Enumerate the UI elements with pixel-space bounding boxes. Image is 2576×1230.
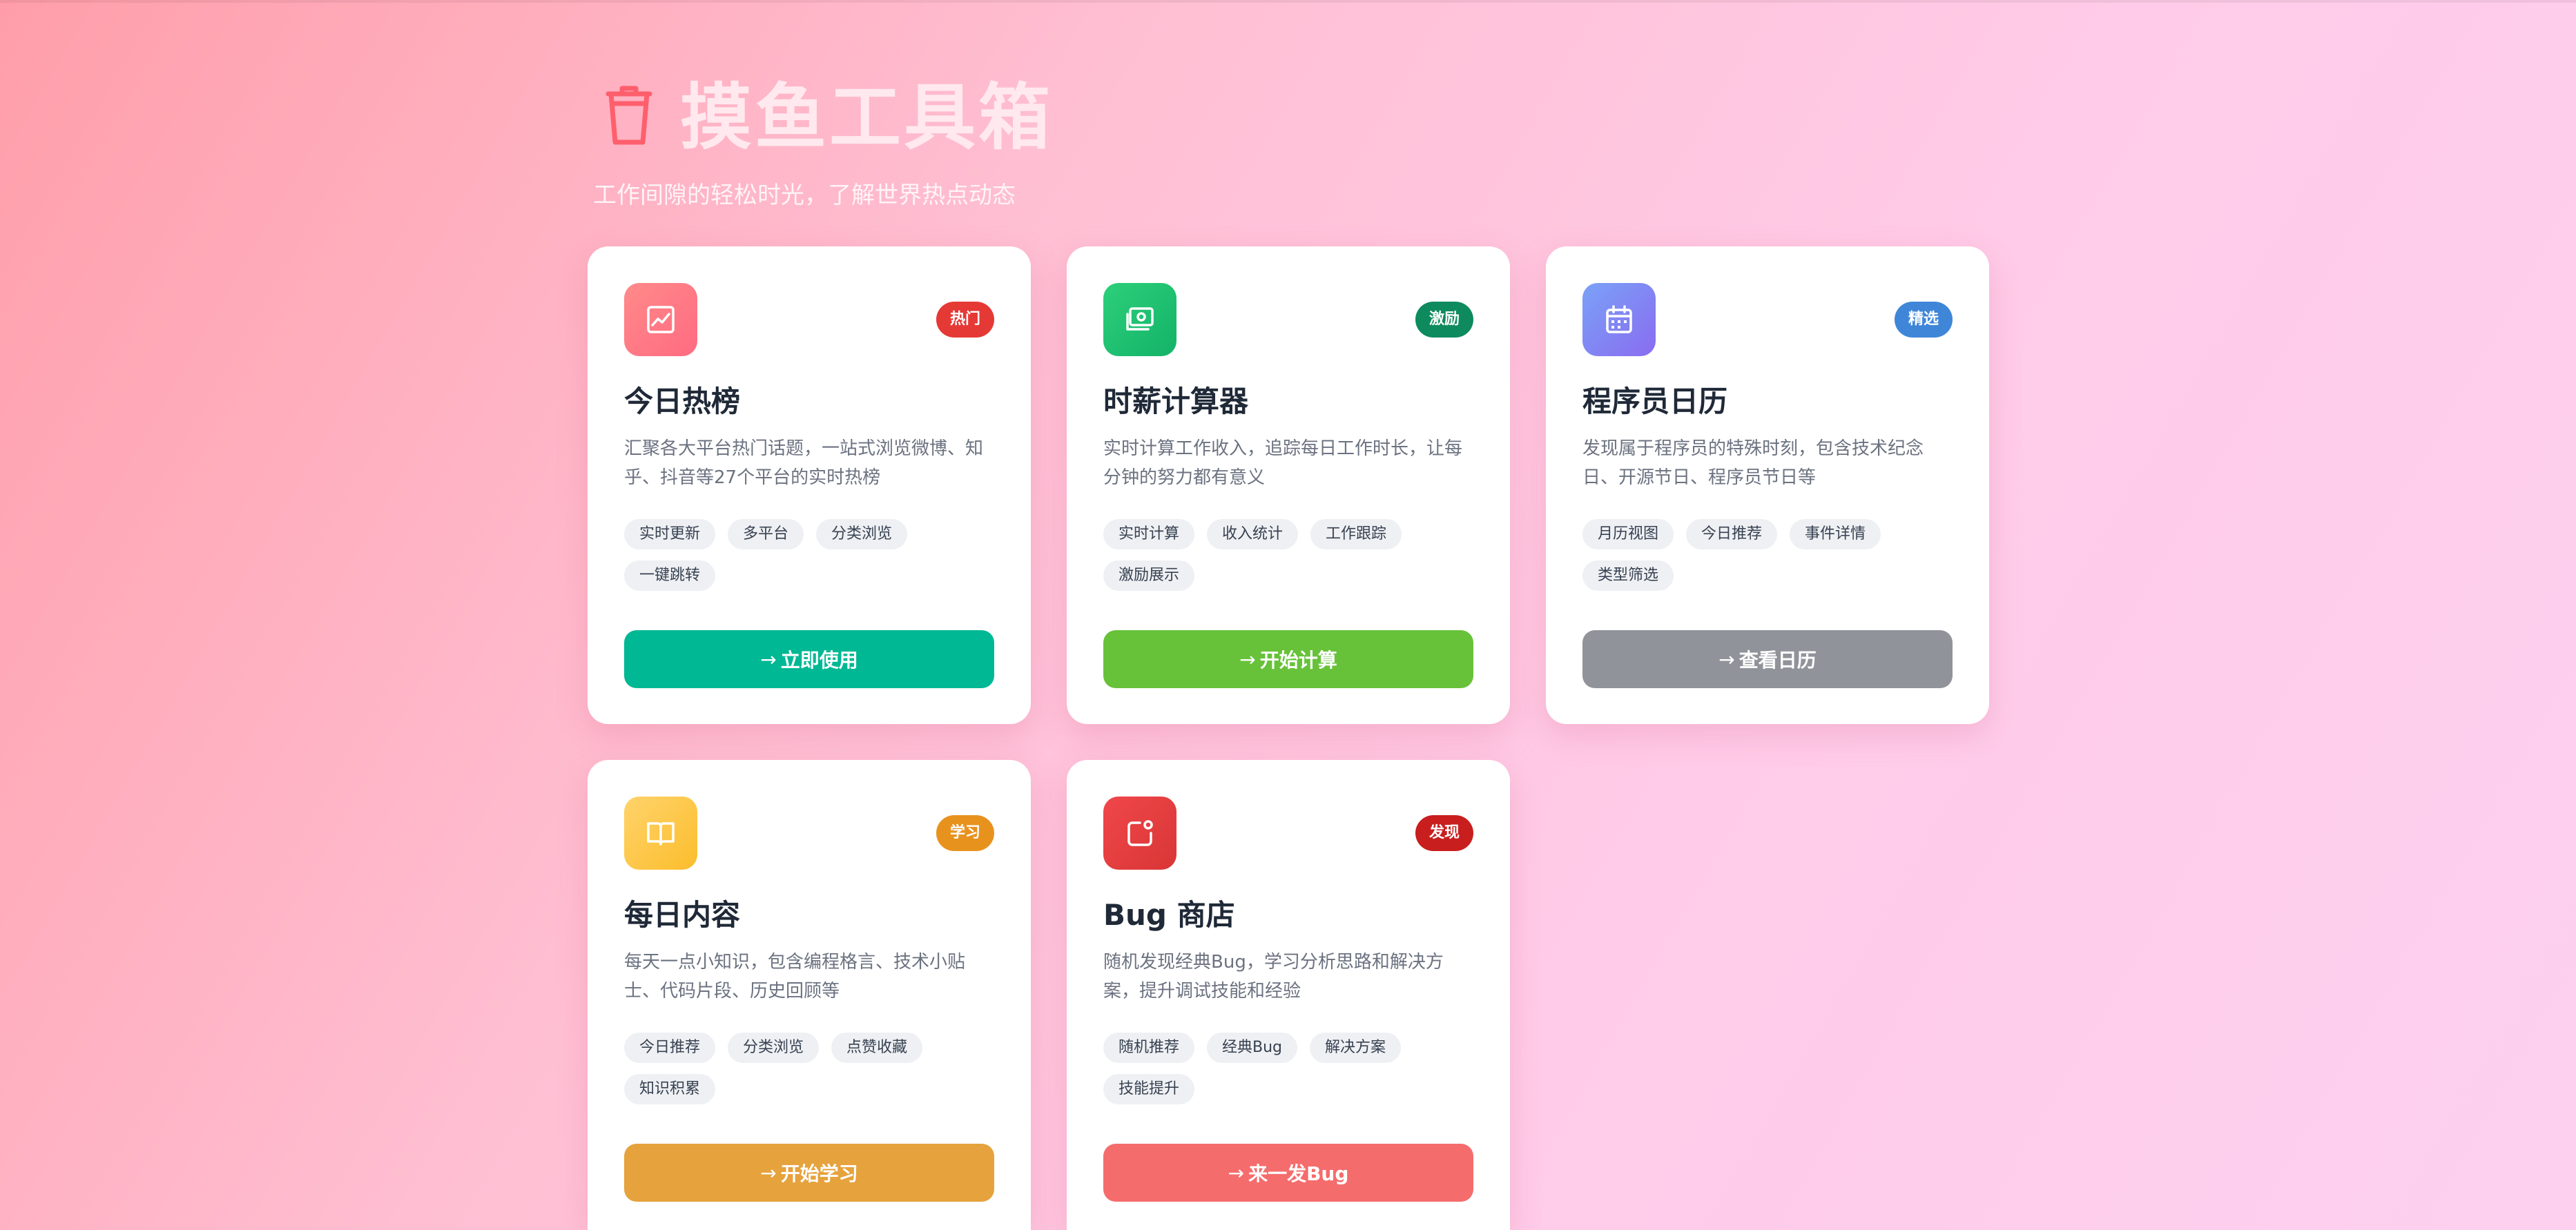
tag: 解决方案 (1310, 1033, 1402, 1063)
cup-icon (606, 86, 652, 145)
arrow-right-icon: → (1239, 647, 1256, 671)
tag: 一键跳转 (624, 560, 716, 591)
trending-chart-icon (624, 283, 697, 356)
card-tags: 月历视图 今日推荐 事件详情 类型筛选 (1582, 519, 1969, 591)
tag: 技能提升 (1103, 1074, 1195, 1104)
arrow-right-icon: → (760, 1161, 777, 1184)
tool-card-salary-calculator: 激励 时薪计算器 实时计算工作收入，追踪每日工作时长，让每分钟的努力都有意义 实… (1067, 246, 1510, 724)
card-description: 发现属于程序员的特殊时刻，包含技术纪念日、开源节日、程序员节日等 (1582, 438, 1924, 488)
tag: 知识积累 (624, 1074, 716, 1104)
tag: 多平台 (728, 519, 804, 549)
button-label: 开始计算 (1259, 649, 1337, 672)
card-tags: 今日推荐 分类浏览 点赞收藏 知识积累 (624, 1033, 1011, 1104)
card-badge: 精选 (1894, 302, 1953, 338)
tag: 今日推荐 (1686, 519, 1778, 549)
button-label: 开始学习 (780, 1162, 858, 1185)
random-bug-button[interactable]: → 来一发Bug (1103, 1144, 1473, 1202)
card-title: Bug 商店 (1103, 898, 1235, 932)
card-description: 实时计算工作收入，追踪每日工作时长，让每分钟的努力都有意义 (1103, 438, 1463, 488)
arrow-right-icon: → (760, 647, 777, 671)
page-subtitle: 工作间隙的轻松时光，了解世界热点动态 (593, 182, 1016, 209)
tag: 分类浏览 (816, 519, 908, 549)
card-title: 时薪计算器 (1103, 384, 1249, 418)
arrow-right-icon: → (1228, 1161, 1245, 1184)
card-badge: 热门 (936, 302, 994, 338)
card-tags: 随机推荐 经典Bug 解决方案 技能提升 (1103, 1033, 1490, 1104)
tag: 类型筛选 (1582, 560, 1674, 591)
tag: 激励展示 (1103, 560, 1195, 591)
tag: 月历视图 (1582, 519, 1674, 549)
tool-card-daily-content: 学习 每日内容 每天一点小知识，包含编程格言、技术小贴士、代码片段、历史回顾等 … (588, 760, 1031, 1230)
page-title: 摸鱼工具箱 (680, 75, 1054, 159)
tag: 实时计算 (1103, 519, 1195, 549)
tag: 点赞收藏 (831, 1033, 923, 1063)
card-badge: 发现 (1415, 815, 1473, 851)
card-badge: 学习 (936, 815, 994, 851)
use-now-button[interactable]: → 立即使用 (624, 630, 994, 688)
card-description: 每天一点小知识，包含编程格言、技术小贴士、代码片段、历史回顾等 (624, 952, 966, 1002)
page-header: 摸鱼工具箱 工作间隙的轻松时光，了解世界热点动态 (588, 69, 1554, 228)
tool-card-hot-list: 热门 今日热榜 汇聚各大平台热门话题，一站式浏览微博、知乎、抖音等27个平台的实… (588, 246, 1031, 724)
card-title: 今日热榜 (624, 384, 741, 418)
button-label: 查看日历 (1739, 649, 1817, 672)
tag: 经典Bug (1207, 1033, 1298, 1063)
card-tags: 实时更新 多平台 分类浏览 一键跳转 (624, 519, 1011, 591)
button-label: 来一发Bug (1248, 1162, 1349, 1185)
notification-square-icon (1103, 797, 1176, 870)
book-icon (624, 797, 697, 870)
calendar-icon (1582, 283, 1656, 356)
tag: 今日推荐 (624, 1033, 716, 1063)
start-learning-button[interactable]: → 开始学习 (624, 1144, 994, 1202)
tag: 收入统计 (1207, 519, 1299, 549)
tag: 随机推荐 (1103, 1033, 1195, 1063)
card-badge: 激励 (1415, 302, 1473, 338)
top-divider (0, 0, 2576, 3)
card-tags: 实时计算 收入统计 工作跟踪 激励展示 (1103, 519, 1490, 591)
card-title: 程序员日历 (1582, 384, 1728, 418)
tool-card-programmer-calendar: 精选 程序员日历 发现属于程序员的特殊时刻，包含技术纪念日、开源节日、程序员节日… (1546, 246, 1989, 724)
tag: 分类浏览 (728, 1033, 820, 1063)
card-description: 汇聚各大平台热门话题，一站式浏览微博、知乎、抖音等27个平台的实时热榜 (624, 438, 984, 488)
tag: 实时更新 (624, 519, 716, 549)
start-calculate-button[interactable]: → 开始计算 (1103, 630, 1473, 688)
card-description: 随机发现经典Bug，学习分析思路和解决方案，提升调试技能和经验 (1103, 952, 1444, 1002)
tool-card-bug-store: 发现 Bug 商店 随机发现经典Bug，学习分析思路和解决方案，提升调试技能和经… (1067, 760, 1510, 1230)
card-title: 每日内容 (624, 898, 741, 932)
view-calendar-button[interactable]: → 查看日历 (1582, 630, 1953, 688)
arrow-right-icon: → (1718, 647, 1735, 671)
tag: 工作跟踪 (1310, 519, 1402, 549)
money-icon (1103, 283, 1176, 356)
tag: 事件详情 (1790, 519, 1881, 549)
button-label: 立即使用 (780, 649, 858, 672)
